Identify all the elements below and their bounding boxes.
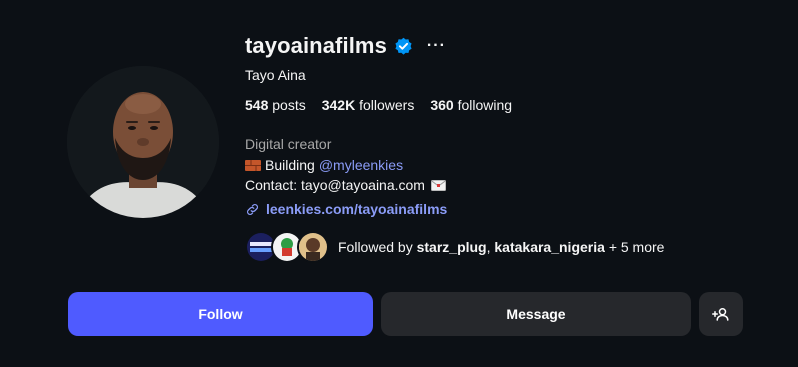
profile-stats: 548 posts 342K followers 360 following <box>245 97 528 113</box>
follower-avatars <box>245 231 329 263</box>
add-user-button[interactable] <box>699 292 743 336</box>
followed-by-suffix: + 5 more <box>608 239 665 255</box>
add-user-icon <box>712 308 729 321</box>
bio-line-2: Contact: tayo@tayoaina.com <box>245 177 446 193</box>
profile-category: Digital creator <box>245 136 332 152</box>
followed-by-separator: , <box>486 239 491 255</box>
following-count: 360 <box>430 97 454 113</box>
following-label: following <box>457 97 513 113</box>
followed-by-user-2: katakara_nigeria <box>494 239 605 255</box>
posts-label: posts <box>272 97 306 113</box>
followed-by[interactable]: Followed by starz_plug, katakara_nigeria… <box>245 231 664 263</box>
followed-by-user-1: starz_plug <box>416 239 487 255</box>
envelope-emoji-icon <box>430 179 446 191</box>
followers-stat[interactable]: 342K followers <box>322 97 415 113</box>
username-row: tayoainafilms ··· <box>245 33 446 59</box>
follow-button[interactable]: Follow <box>68 292 373 336</box>
follower-avatar <box>297 231 329 263</box>
followed-by-prefix: Followed by <box>338 239 413 255</box>
profile-avatar[interactable] <box>67 66 219 218</box>
posts-count: 548 <box>245 97 269 113</box>
profile-link-text: leenkies.com/tayoainafilms <box>266 201 448 217</box>
following-stat[interactable]: 360 following <box>430 97 512 113</box>
link-icon <box>247 203 258 215</box>
more-options-icon[interactable]: ··· <box>427 37 446 55</box>
bio-mention-link[interactable]: @myleenkies <box>319 157 403 173</box>
profile-photo <box>67 66 219 218</box>
verified-badge-icon <box>394 37 413 56</box>
profile-link[interactable]: leenkies.com/tayoainafilms <box>245 201 447 217</box>
followers-label: followers <box>359 97 415 113</box>
message-button[interactable]: Message <box>381 292 691 336</box>
followers-count: 342K <box>321 97 356 113</box>
bio-contact-text: Contact: tayo@tayoaina.com <box>245 177 425 193</box>
posts-stat[interactable]: 548 posts <box>245 97 306 113</box>
bio-line-1: Building @myleenkies <box>245 157 403 173</box>
bio-building-text: Building <box>265 157 315 173</box>
username: tayoainafilms <box>245 33 387 58</box>
brick-emoji-icon <box>245 159 261 171</box>
full-name: Tayo Aina <box>245 67 306 83</box>
